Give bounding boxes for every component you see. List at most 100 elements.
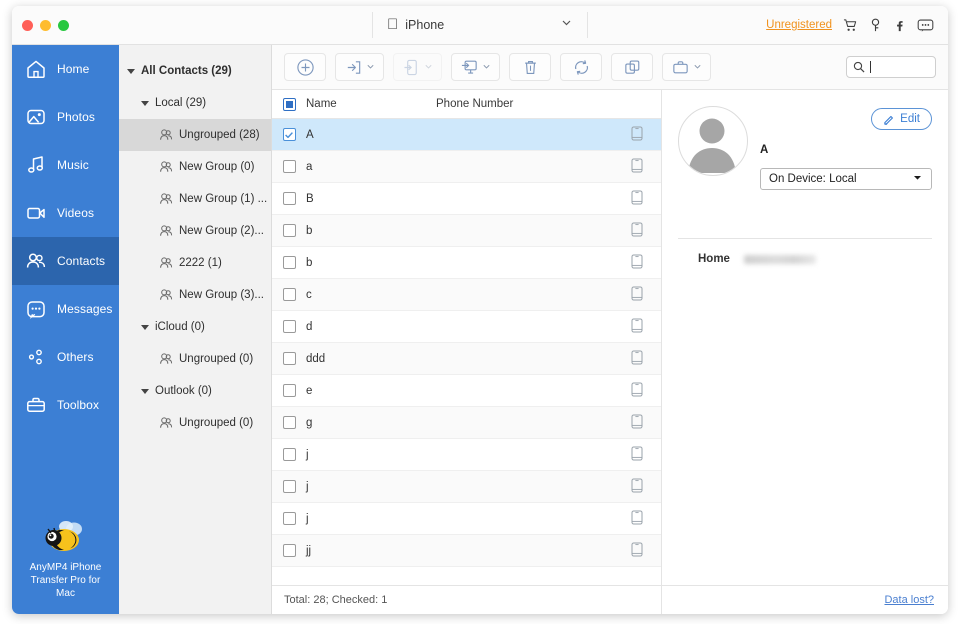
sidebar-item-others[interactable]: Others [12,333,119,381]
add-contact-button[interactable] [284,53,326,81]
tree-node[interactable]: All Contacts (29) [119,55,271,87]
tree-node[interactable]: Ungrouped (0) [119,343,271,375]
sidebar-item-music[interactable]: Music [12,141,119,189]
tree-node[interactable]: New Group (1) ... [119,183,271,215]
export-to-device-button[interactable] [393,53,442,81]
group-icon [159,224,173,238]
export-to-computer-button[interactable] [451,53,500,81]
key-icon[interactable] [869,18,882,33]
select-all-checkbox[interactable] [272,98,306,111]
row-checkbox[interactable] [272,384,306,397]
tree-node[interactable]: Local (29) [119,87,271,119]
table-row[interactable]: g [272,407,661,439]
tree-node[interactable]: New Group (0) [119,151,271,183]
checkbox-unchecked-icon [283,512,296,525]
delete-button[interactable] [509,53,551,81]
table-row[interactable]: b [272,247,661,279]
feedback-icon[interactable] [917,18,934,33]
row-checkbox[interactable] [272,352,306,365]
search-input[interactable] [870,61,871,73]
row-name: j [306,481,436,493]
checkbox-unchecked-icon [283,480,296,493]
table-row[interactable]: c [272,279,661,311]
group-icon [159,160,173,174]
row-name: A [306,129,436,141]
tree-node[interactable]: Ungrouped (0) [119,407,271,439]
deduplicate-button[interactable] [611,53,653,81]
row-checkbox[interactable] [272,128,306,141]
cart-icon[interactable] [843,18,858,33]
table-row[interactable]: ddd [272,343,661,375]
tree-node-label: New Group (0) [179,161,254,173]
storage-dropdown[interactable]: On Device: Local [760,168,932,190]
search-box[interactable] [846,56,936,78]
checkbox-checked-icon [283,128,296,141]
field-label: Home [698,253,730,265]
refresh-button[interactable] [560,53,602,81]
phone-icon [631,382,661,400]
phone-icon [631,222,661,240]
sidebar-item-home[interactable]: Home [12,45,119,93]
unregistered-link[interactable]: Unregistered [766,19,832,31]
edit-button[interactable]: Edit [871,108,932,130]
chevron-down-icon [693,58,702,76]
row-checkbox[interactable] [272,448,306,461]
sidebar-item-photos[interactable]: Photos [12,93,119,141]
tree-node-label: All Contacts (29) [141,65,232,77]
table-row[interactable]: jj [272,535,661,567]
export-computer-icon [460,58,479,77]
row-checkbox[interactable] [272,416,306,429]
group-icon [159,416,173,430]
table-row[interactable]: e [272,375,661,407]
row-checkbox[interactable] [272,256,306,269]
tree-node[interactable]: Outlook (0) [119,375,271,407]
phone-icon [631,158,661,176]
row-checkbox[interactable] [272,160,306,173]
minimize-button[interactable] [40,20,51,31]
close-button[interactable] [22,20,33,31]
tree-node[interactable]: New Group (3)... [119,279,271,311]
group-icon [159,288,173,302]
table-row[interactable]: b [272,215,661,247]
row-checkbox[interactable] [272,544,306,557]
row-name: j [306,449,436,461]
row-checkbox[interactable] [272,480,306,493]
table-row[interactable]: d [272,311,661,343]
sidebar-item-messages[interactable]: Messages [12,285,119,333]
tree-node[interactable]: 2222 (1) [119,247,271,279]
sidebar-item-videos[interactable]: Videos [12,189,119,237]
row-checkbox[interactable] [272,512,306,525]
tree-node[interactable]: Ungrouped (28) [119,119,271,151]
caret-down-icon [127,69,135,74]
tree-node[interactable]: New Group (2)... [119,215,271,247]
tree-node[interactable]: iCloud (0) [119,311,271,343]
checkbox-unchecked-icon [283,416,296,429]
table-row[interactable]: j [272,503,661,535]
sidebar-item-contacts[interactable]: Contacts [12,237,119,285]
toolbox-button[interactable] [662,53,711,81]
table-row[interactable]: B [272,183,661,215]
app-window:  iPhone Unregistered [12,6,948,614]
table-row[interactable]: j [272,439,661,471]
avatar [678,106,748,176]
row-checkbox[interactable] [272,288,306,301]
avatar-placeholder-icon [679,107,745,173]
row-name: jj [306,545,436,557]
maximize-button[interactable] [58,20,69,31]
row-checkbox[interactable] [272,224,306,237]
device-selector[interactable]:  iPhone [372,12,588,38]
row-checkbox[interactable] [272,320,306,333]
table-row[interactable]: j [272,471,661,503]
row-checkbox[interactable] [272,192,306,205]
data-lost-link[interactable]: Data lost? [884,594,934,606]
facebook-icon[interactable] [893,18,906,33]
sidebar-item-toolbox[interactable]: Toolbox [12,381,119,429]
others-icon [25,346,47,368]
row-name: c [306,289,436,301]
table-row[interactable]: a [272,151,661,183]
window-controls[interactable] [22,20,69,31]
phone-icon [631,542,661,560]
table-row[interactable]: A [272,119,661,151]
messages-icon [25,298,47,320]
import-button[interactable] [335,53,384,81]
